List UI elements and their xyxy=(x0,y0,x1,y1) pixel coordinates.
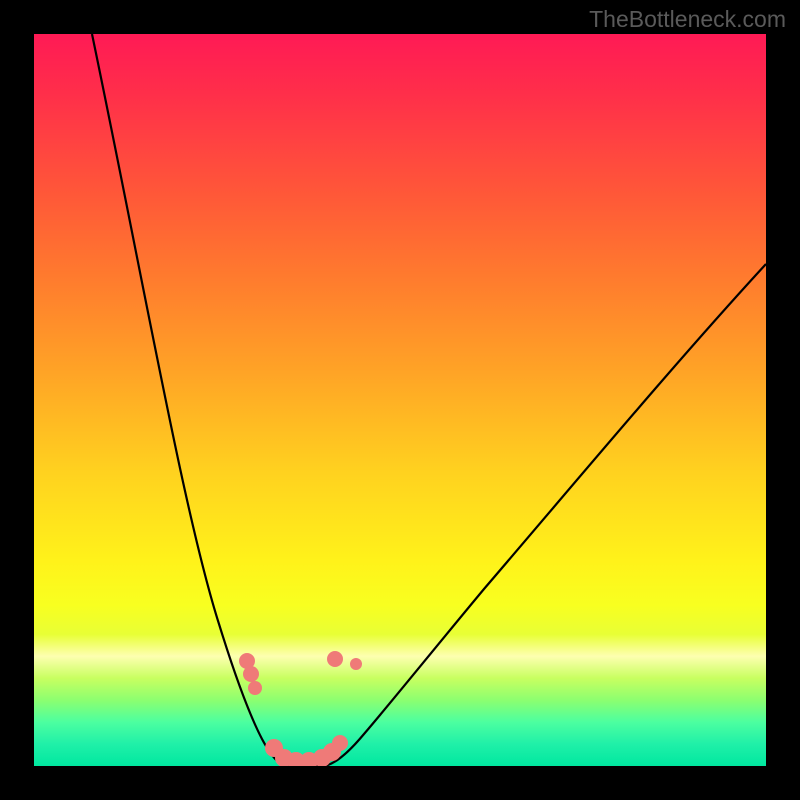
curve-right-curve xyxy=(322,264,766,766)
data-point xyxy=(327,651,343,667)
data-point xyxy=(243,666,259,682)
bottleneck-curves xyxy=(92,34,766,766)
plot-area xyxy=(34,34,766,766)
data-point xyxy=(332,735,348,751)
chart-frame: TheBottleneck.com xyxy=(0,0,800,800)
curve-layer xyxy=(34,34,766,766)
watermark-text: TheBottleneck.com xyxy=(589,6,786,33)
data-points xyxy=(239,651,362,766)
data-point xyxy=(350,658,362,670)
curve-left-curve xyxy=(92,34,287,766)
data-point xyxy=(248,681,262,695)
